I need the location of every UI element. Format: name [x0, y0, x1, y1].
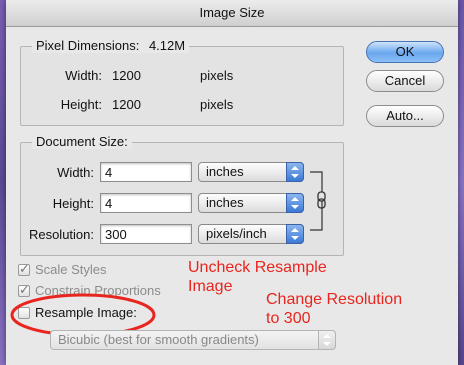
annotation-change-resolution: Change Resolution to 300 — [266, 290, 402, 328]
doc-height-unit-value: inches — [206, 195, 244, 210]
pixel-height-value: 1200 — [112, 97, 141, 112]
updown-arrows-icon — [318, 330, 336, 350]
pixel-width-value: 1200 — [112, 68, 141, 83]
updown-arrows-icon — [286, 162, 304, 182]
resolution-input[interactable]: 300 — [100, 224, 192, 244]
document-size-title: Document Size: — [32, 134, 132, 149]
pixel-width-label: Width: — [65, 68, 102, 83]
doc-height-label: Height: — [52, 196, 94, 211]
pixel-dimensions-title: Pixel Dimensions: — [36, 38, 140, 53]
updown-arrows-icon — [286, 224, 304, 244]
pixel-height-unit: pixels — [200, 97, 234, 112]
dialog-title: Image Size — [6, 0, 458, 27]
doc-height-unit-select[interactable]: inches — [198, 193, 304, 213]
auto-button[interactable]: Auto... — [366, 105, 444, 127]
annotation-line: Uncheck Resample — [188, 259, 327, 276]
annotation-line: to 300 — [266, 310, 311, 327]
annotation-line: Change Resolution — [266, 291, 403, 308]
updown-arrows-icon — [286, 193, 304, 213]
scale-styles-label: Scale Styles — [35, 262, 107, 277]
doc-width-label: Width: — [57, 165, 94, 180]
resolution-label: Resolution: — [28, 227, 94, 242]
doc-width-unit-value: inches — [206, 164, 244, 179]
resolution-unit-select[interactable]: pixels/inch — [198, 224, 304, 244]
doc-height-input[interactable]: 4 — [100, 193, 192, 213]
cancel-button[interactable]: Cancel — [366, 70, 444, 92]
doc-width-unit-select[interactable]: inches — [198, 162, 304, 182]
constrain-link-icon — [310, 171, 326, 231]
ok-button[interactable]: OK — [366, 41, 444, 63]
resample-method-select[interactable]: Bicubic (best for smooth gradients) — [50, 330, 336, 350]
image-size-dialog: Image Size Pixel Dimensions: 4.12M Width… — [6, 0, 458, 365]
resample-method-value: Bicubic (best for smooth gradients) — [58, 332, 259, 347]
pixel-height-label: Height: — [60, 97, 102, 112]
pixel-dimensions-group — [20, 46, 344, 126]
scale-styles-checkbox[interactable] — [18, 261, 30, 277]
pixel-dimensions-header: Pixel Dimensions: 4.12M — [32, 38, 190, 53]
pixel-width-unit: pixels — [200, 68, 234, 83]
resolution-unit-value: pixels/inch — [206, 226, 267, 241]
doc-width-input[interactable]: 4 — [100, 162, 192, 182]
pixel-dimensions-size: 4.12M — [148, 38, 186, 53]
